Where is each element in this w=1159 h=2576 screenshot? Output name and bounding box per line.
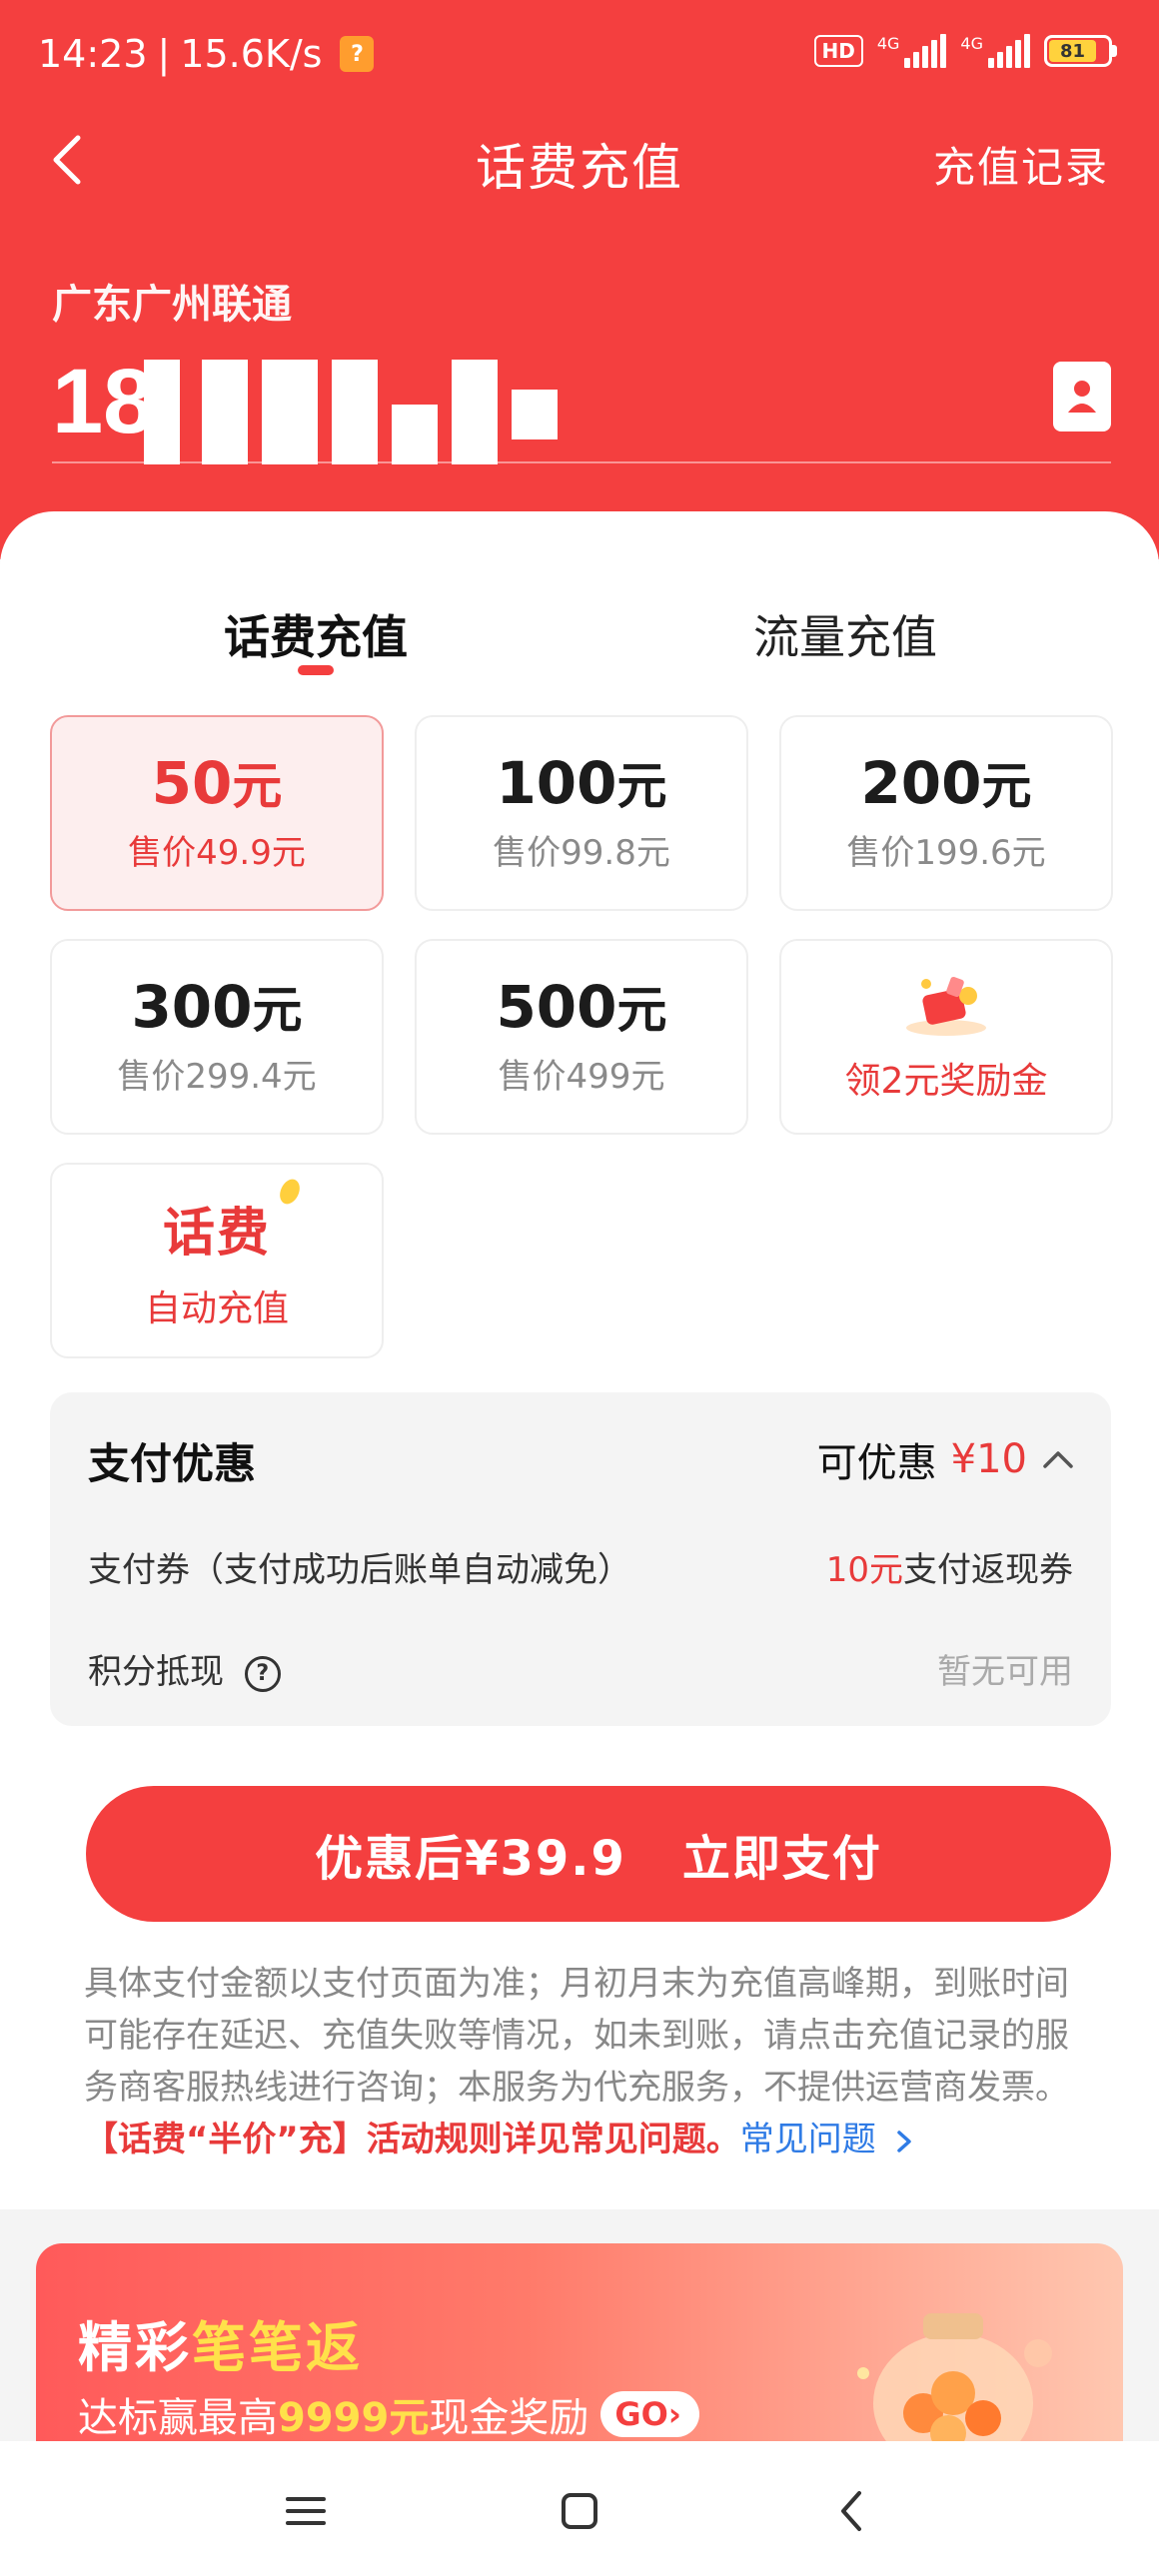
contacts-button[interactable]	[1053, 362, 1111, 431]
redaction-block	[202, 360, 248, 464]
menu-icon	[286, 2497, 326, 2525]
pay-price-label: 优惠后¥39.9	[315, 1831, 626, 1887]
coupon-value: 10元支付返现券	[825, 1550, 1073, 1590]
pay-now-button[interactable]: 优惠后¥39.9 立即支付	[86, 1786, 1111, 1922]
pay-action-label: 立即支付	[681, 1831, 882, 1887]
redaction-block	[262, 360, 318, 464]
header: 14:23 | 15.6K/s ? HD 4G 4G 81 话费充值 充值记录 …	[0, 0, 1159, 559]
recharge-panel: 话费充值 流量充值 50元 售价49.9元 100元 售价99.8元 200元 …	[0, 511, 1159, 2209]
tab-phone-recharge[interactable]: 话费充值	[224, 601, 408, 675]
hd-icon: HD	[813, 35, 863, 67]
status-net-speed: 15.6K/s	[180, 32, 323, 76]
discount-toggle[interactable]: 可优惠 ¥10	[817, 1430, 1075, 1488]
auto-recharge-subtitle: 自动充值	[144, 1288, 289, 1329]
menu-button[interactable]	[276, 2481, 336, 2541]
amount-option-50[interactable]: 50元 售价49.9元	[50, 715, 384, 911]
amount-option-200[interactable]: 200元 售价199.6元	[779, 715, 1113, 911]
back-arrow-icon	[841, 2491, 861, 2531]
cashback-banner[interactable]: 精彩笔笔返 达标赢最高 9999元 现金奖励 GO ›	[36, 2243, 1123, 2473]
auto-recharge-card[interactable]: 话费 自动充值	[50, 1163, 384, 1358]
phone-number: 18	[52, 351, 155, 452]
chevron-right-icon	[896, 2130, 911, 2152]
coin-icon	[280, 1179, 300, 1204]
red-envelope-icon	[906, 976, 986, 1036]
faq-link[interactable]: 常见问题	[740, 2120, 915, 2159]
coupon-label: 支付券（支付成功后账单自动减免）	[88, 1550, 631, 1590]
redaction-block	[392, 405, 438, 464]
nav-bar: 话费充值 充值记录	[0, 120, 1159, 200]
discount-amount: ¥10	[950, 1436, 1027, 1482]
system-back-button[interactable]	[823, 2481, 883, 2541]
signal-icon-2: 4G	[960, 34, 1030, 68]
points-label: 积分抵现	[88, 1652, 224, 1692]
help-icon[interactable]: ?	[244, 1655, 281, 1692]
home-button[interactable]	[550, 2481, 609, 2541]
bonus-card[interactable]: 领2元奖励金	[779, 939, 1113, 1135]
phone-underline	[52, 461, 1111, 463]
status-left: 14:23 | 15.6K/s ?	[38, 32, 375, 76]
bonus-label: 领2元奖励金	[844, 1061, 1048, 1102]
home-square-icon	[562, 2493, 597, 2529]
amount-option-300[interactable]: 300元 售价299.4元	[50, 939, 384, 1135]
status-time: 14:23	[38, 32, 148, 76]
go-button[interactable]: GO ›	[600, 2391, 699, 2437]
amount-option-500[interactable]: 500元 售价499元	[415, 939, 748, 1135]
system-nav-bar	[0, 2441, 1159, 2576]
redaction-block	[332, 360, 378, 464]
carrier-label: 广东广州联通	[52, 282, 292, 328]
tab-indicator	[298, 665, 334, 675]
contact-book-icon	[1068, 381, 1096, 413]
tab-data-recharge[interactable]: 流量充值	[753, 601, 937, 667]
status-divider: |	[157, 32, 171, 76]
discount-title: 支付优惠	[88, 1439, 257, 1488]
banner-subtitle: 达标赢最高 9999元 现金奖励 GO ›	[78, 2385, 699, 2443]
tab-bar: 话费充值 流量充值	[0, 601, 1159, 691]
recharge-record-link[interactable]: 充值记录	[933, 134, 1109, 195]
status-right: HD 4G 4G 81	[813, 34, 1117, 68]
chevron-up-icon	[1043, 1451, 1073, 1468]
points-row: 积分抵现 ? 暂无可用	[88, 1644, 1073, 1693]
payment-discount-section: 支付优惠 可优惠 ¥10 支付券（支付成功后账单自动减免） 10元支付返现券 积…	[50, 1392, 1111, 1726]
battery-icon: 81	[1044, 35, 1117, 67]
amount-option-100[interactable]: 100元 售价99.8元	[415, 715, 748, 911]
status-bar: 14:23 | 15.6K/s ? HD 4G 4G 81	[0, 0, 1159, 115]
redaction-block	[452, 360, 498, 464]
notification-icon: ?	[340, 36, 375, 72]
banner-title: 精彩笔笔返	[78, 2316, 363, 2379]
phone-input[interactable]: 18	[52, 350, 1111, 469]
notice-text: 具体支付金额以支付页面为准；月初月末为充值高峰期，到账时间可能存在延迟、充值失败…	[84, 1964, 1069, 2159]
activity-rules-text: 【话费“半价”充】活动规则详见常见问题。	[84, 2120, 740, 2159]
coupon-row[interactable]: 支付券（支付成功后账单自动减免） 10元支付返现券	[88, 1542, 1073, 1591]
redaction-block	[144, 360, 180, 464]
redaction-block	[512, 390, 558, 439]
points-value: 暂无可用	[937, 1652, 1073, 1692]
auto-recharge-title: 话费	[162, 1203, 271, 1264]
signal-icon-1: 4G	[877, 34, 947, 68]
